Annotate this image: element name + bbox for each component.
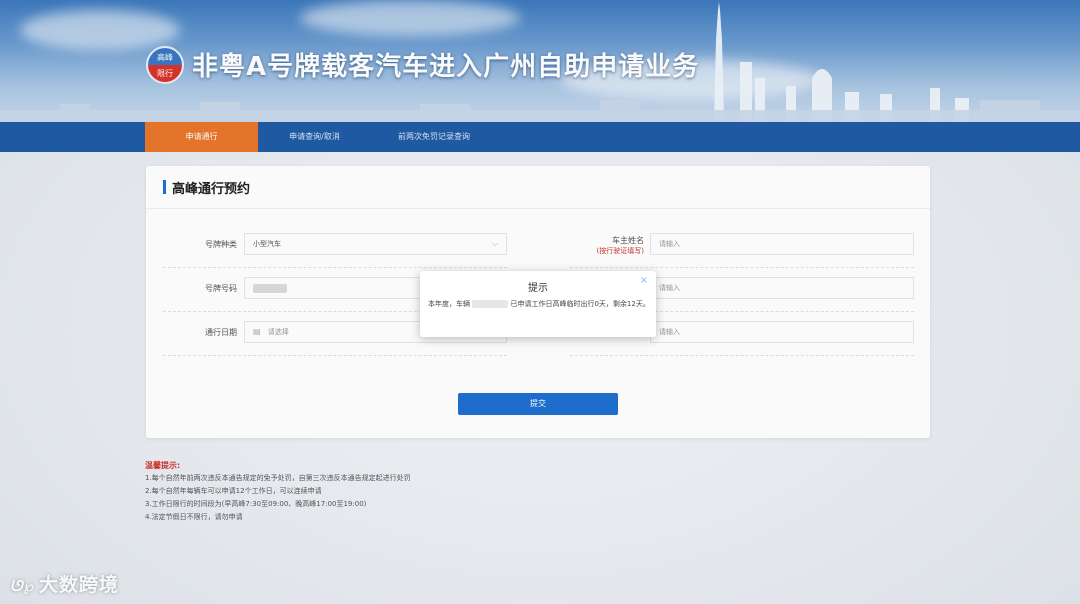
close-icon[interactable]: × bbox=[640, 275, 648, 286]
watermark-logo: ᘎ℘ bbox=[10, 577, 35, 595]
dialog-title: 提示 bbox=[528, 283, 548, 294]
notice-dialog: 提示 × 本年度，车辆 已申请工作日高峰临时出行0天，剩余12天。 bbox=[420, 271, 656, 337]
dialog-text-after: 已申请工作日高峰临时出行0天，剩余12天。 bbox=[510, 300, 650, 308]
watermark-text: 大数跨境 bbox=[38, 574, 119, 596]
watermark: ᘎ℘ 大数跨境 bbox=[10, 570, 119, 597]
dialog-message: 本年度，车辆 已申请工作日高峰临时出行0天，剩余12天。 bbox=[428, 298, 650, 311]
dialog-text-before: 本年度，车辆 bbox=[428, 300, 470, 308]
redacted-plate-number bbox=[472, 300, 509, 308]
